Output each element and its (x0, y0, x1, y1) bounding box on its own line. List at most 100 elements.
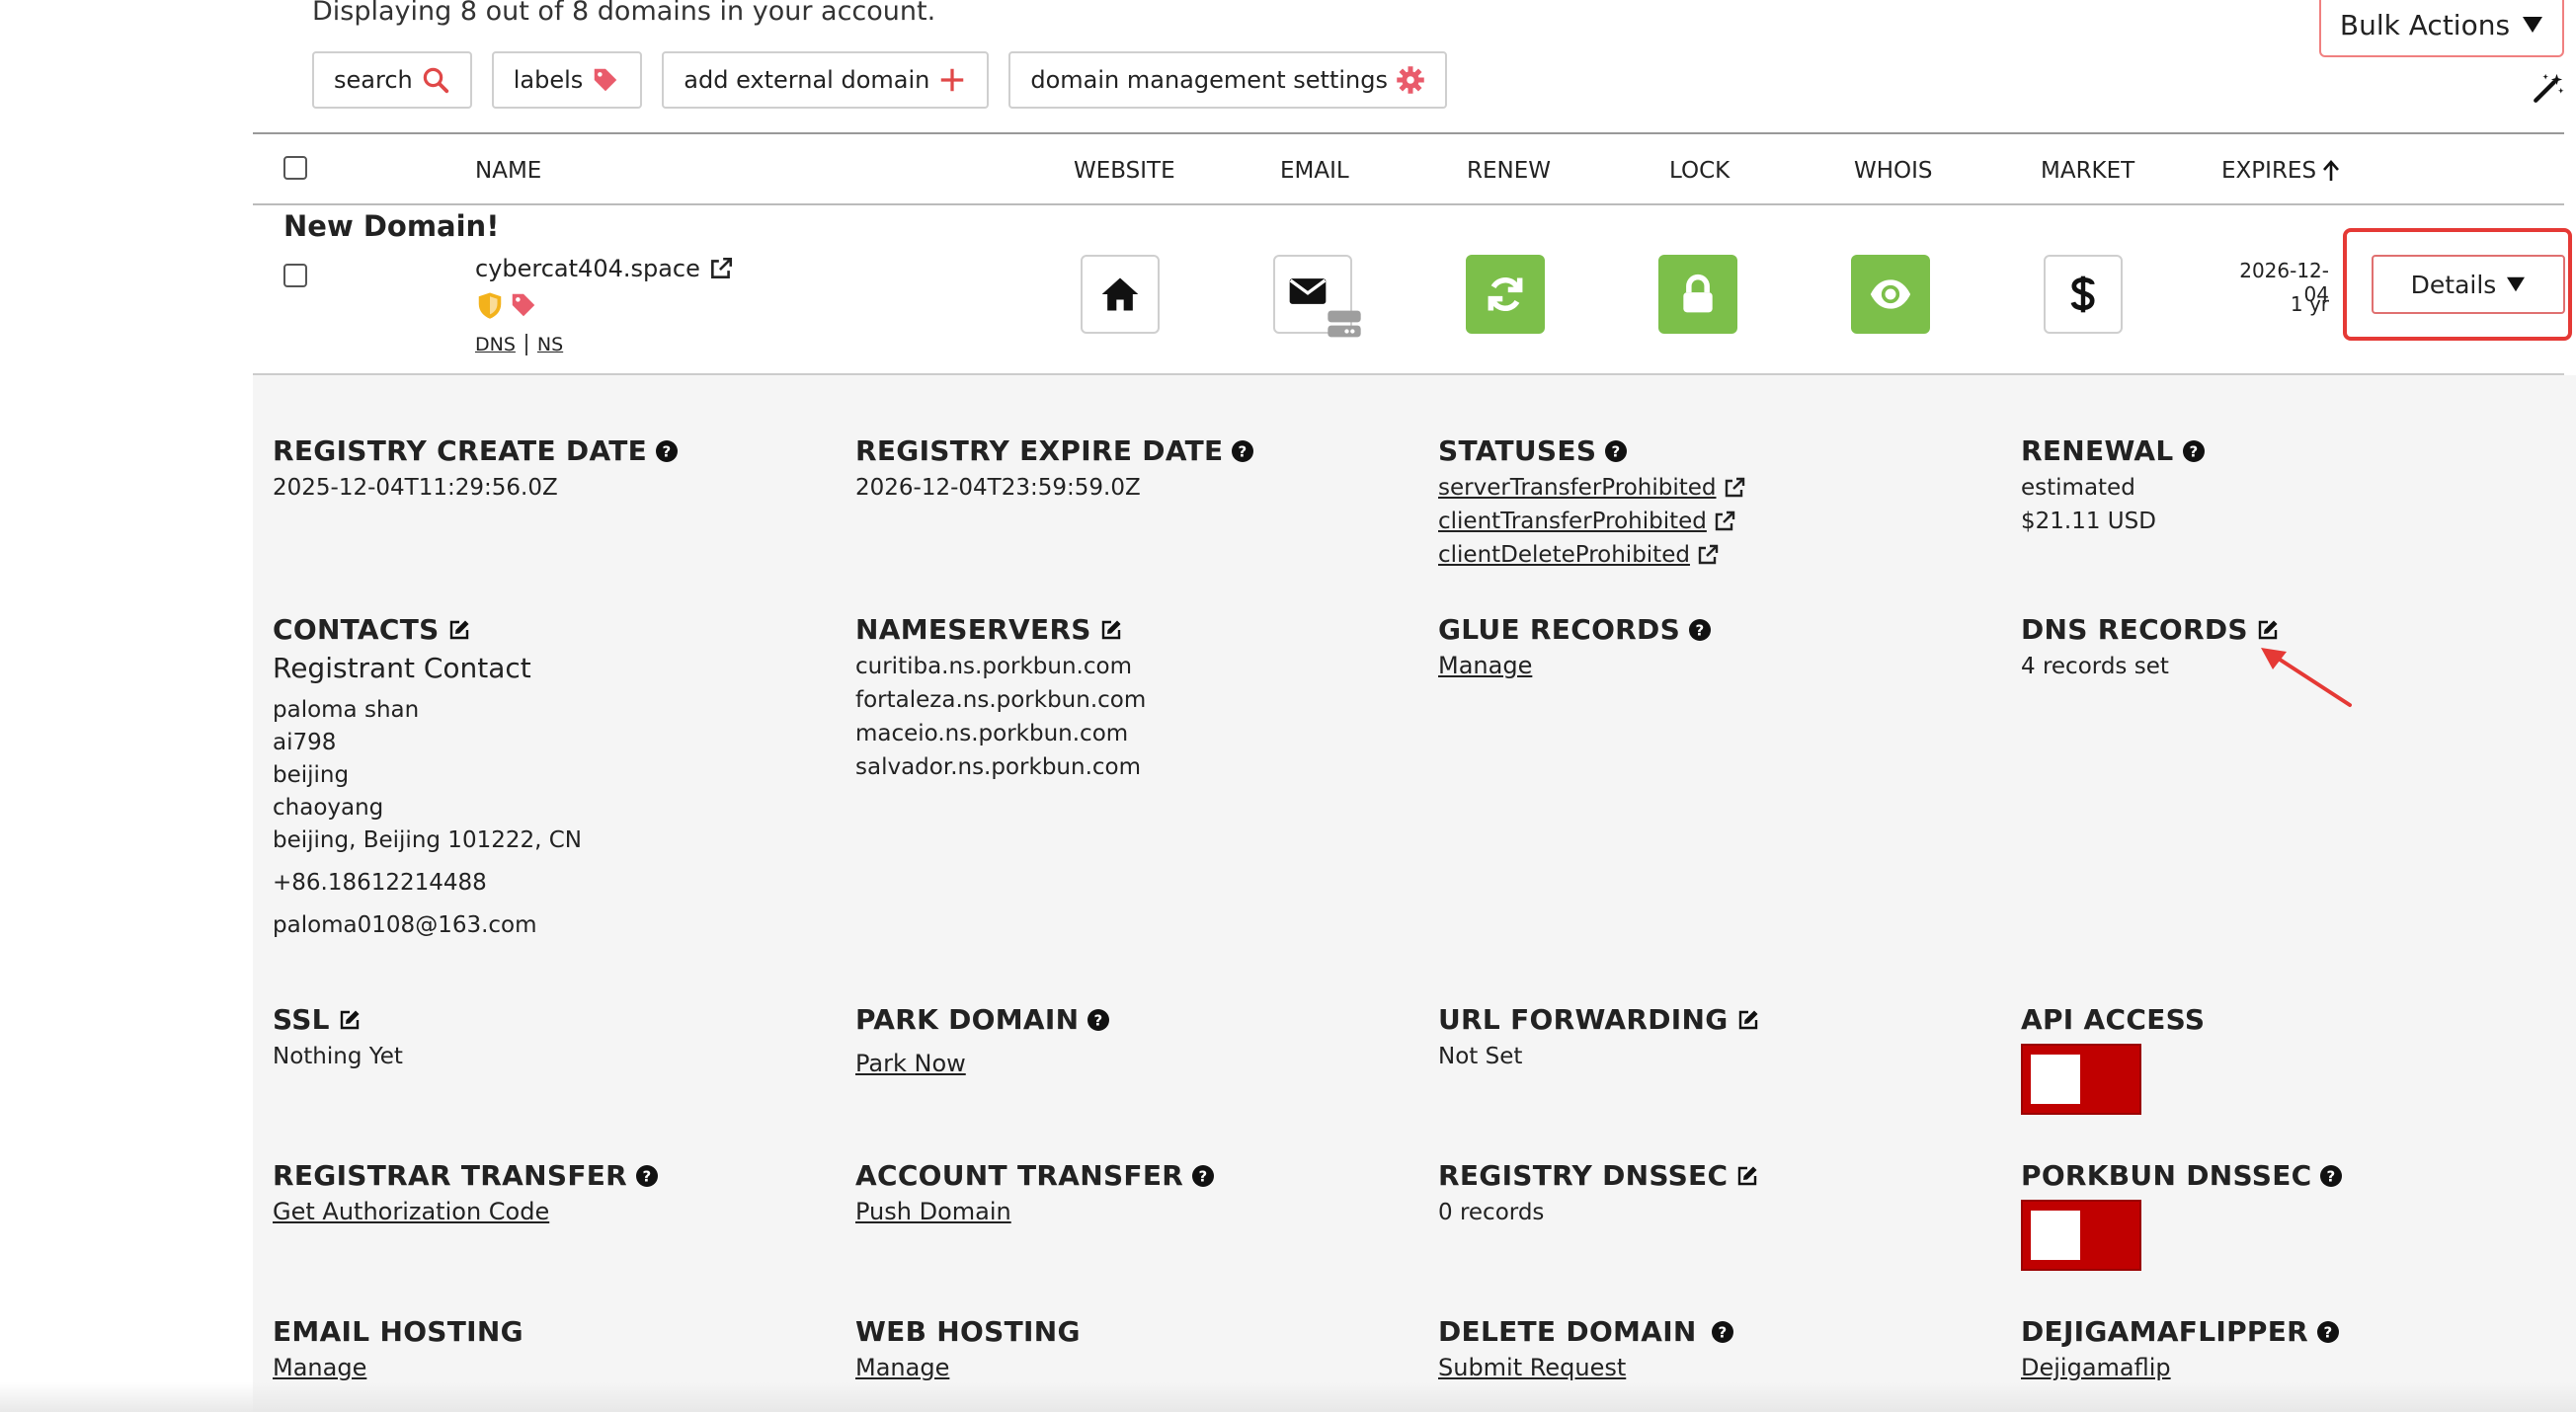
select-all-checkbox[interactable] (283, 156, 307, 180)
column-header-market: MARKET (2041, 158, 2135, 184)
edit-icon[interactable] (338, 1008, 362, 1032)
push-domain-link[interactable]: Push Domain (855, 1198, 1011, 1225)
svg-text:?: ? (1612, 442, 1621, 460)
domain-badges (475, 290, 538, 320)
domain-row-checkbox[interactable] (283, 264, 307, 287)
help-icon[interactable]: ? (2182, 439, 2206, 463)
contact-city-line: beijing, Beijing 101222, CN (273, 827, 582, 853)
edit-icon[interactable] (1099, 618, 1123, 642)
help-icon[interactable]: ? (1231, 439, 1254, 463)
domain-management-settings-button[interactable]: domain management settings (1008, 51, 1447, 109)
domain-name: cybercat404.space (475, 255, 700, 282)
dollar-icon (2070, 275, 2095, 313)
status-text: clientDeleteProhibited (1438, 542, 1690, 568)
email-hosting-manage-link[interactable]: Manage (273, 1354, 366, 1381)
help-icon[interactable]: ? (635, 1164, 659, 1188)
svg-text:?: ? (1696, 621, 1705, 639)
annotation-arrow-icon (2261, 648, 2352, 707)
renew-button[interactable] (1466, 255, 1545, 334)
porkbun-dnssec-heading: PORKBUN DNSSEC ? (2021, 1159, 2343, 1192)
labels-label: labels (513, 66, 584, 94)
domain-name-link[interactable]: cybercat404.space (475, 255, 734, 282)
web-hosting-manage-link[interactable]: Manage (855, 1354, 949, 1381)
contact-org: ai798 (273, 730, 337, 755)
help-icon[interactable]: ? (1688, 618, 1712, 642)
account-transfer-heading: ACCOUNT TRANSFER ? (855, 1159, 1215, 1192)
domain-toolbar: search labels add external domain domain… (312, 51, 1447, 109)
contacts-heading: CONTACTS (273, 613, 582, 646)
submit-request-link[interactable]: Submit Request (1438, 1354, 1626, 1381)
help-icon[interactable]: ? (1711, 1320, 1734, 1344)
tag-icon (595, 68, 617, 92)
lock-button[interactable] (1658, 255, 1737, 334)
dns-link[interactable]: DNS (475, 334, 516, 355)
bulk-actions-button[interactable]: Bulk Actions (2319, 0, 2564, 57)
api-access-heading: API ACCESS (2021, 1003, 2205, 1036)
nameservers-heading: NAMESERVERS (855, 613, 1146, 646)
porkbun-dnssec-label: PORKBUN DNSSEC (2021, 1159, 2312, 1192)
market-button[interactable] (2044, 255, 2123, 334)
contact-street-2: chaoyang (273, 795, 384, 821)
external-link-icon (1698, 544, 1719, 565)
registry-create-date-section: REGISTRY CREATE DATE ? 2025-12-04T11:29:… (273, 434, 679, 505)
nameserver-item: fortaleza.ns.porkbun.com (855, 687, 1147, 713)
help-icon[interactable]: ? (1087, 1008, 1110, 1032)
svg-text:?: ? (2327, 1167, 2336, 1185)
dejigamaflip-link[interactable]: Dejigamaflip (2021, 1354, 2171, 1381)
column-header-renew: RENEW (1467, 158, 1551, 184)
edit-icon[interactable] (1736, 1008, 1760, 1032)
get-authorization-code-link[interactable]: Get Authorization Code (273, 1198, 549, 1225)
column-header-name[interactable]: NAME (475, 158, 541, 184)
edit-icon[interactable] (1735, 1164, 1759, 1188)
dns-records-value: 4 records set (2021, 654, 2169, 679)
details-button[interactable]: Details (2372, 255, 2565, 314)
external-link-icon[interactable] (708, 256, 734, 281)
shield-icon[interactable] (475, 290, 505, 320)
ssl-label: SSL (273, 1003, 330, 1036)
help-icon[interactable]: ? (2319, 1164, 2343, 1188)
help-icon[interactable]: ? (2316, 1320, 2340, 1344)
porkbun-dnssec-toggle[interactable] (2021, 1200, 2141, 1271)
column-header-expires[interactable]: EXPIRES (2221, 158, 2340, 184)
status-link[interactable]: serverTransferProhibited (1438, 471, 1746, 505)
external-link-icon (1715, 510, 1735, 531)
renewal-value: estimated $21.11 USD (2021, 471, 2206, 538)
search-label: search (334, 66, 413, 94)
email-button[interactable] (1273, 255, 1361, 338)
tag-icon[interactable] (509, 290, 538, 320)
labels-button[interactable]: labels (491, 51, 643, 109)
help-icon[interactable]: ? (655, 439, 679, 463)
api-access-toggle[interactable] (2021, 1044, 2141, 1115)
caret-down-icon (2507, 276, 2526, 292)
search-button[interactable]: search (312, 51, 472, 109)
delete-domain-label: DELETE DOMAIN (1438, 1315, 1697, 1348)
statuses-list: serverTransferProhibited clientTransferP… (1438, 471, 1746, 572)
help-icon[interactable]: ? (1604, 439, 1628, 463)
registrant-contact-subtitle: Registrant Contact (273, 652, 531, 684)
toggle-knob (2031, 1211, 2080, 1260)
website-button[interactable] (1081, 255, 1160, 334)
magic-wand-icon[interactable] (2532, 71, 2565, 105)
eye-icon (1870, 279, 1911, 309)
ns-link[interactable]: NS (537, 334, 563, 355)
link-separator (524, 334, 527, 355)
contact-phone: +86.18612214488 (273, 870, 487, 896)
registry-expire-date-value: 2026-12-04T23:59:59.0Z (855, 475, 1141, 501)
column-header-lock: LOCK (1669, 158, 1731, 184)
glue-records-manage-link[interactable]: Manage (1438, 652, 1532, 679)
status-link[interactable]: clientTransferProhibited (1438, 505, 1736, 538)
dns-records-section: DNS RECORDS 4 records set (2021, 613, 2280, 683)
help-icon[interactable]: ? (1191, 1164, 1215, 1188)
registry-expire-date-section: REGISTRY EXPIRE DATE ? 2026-12-04T23:59:… (855, 434, 1254, 505)
whois-button[interactable] (1851, 255, 1930, 334)
ssl-section: SSL Nothing Yet (273, 1003, 403, 1073)
ssl-heading: SSL (273, 1003, 403, 1036)
status-link[interactable]: clientDeleteProhibited (1438, 538, 1720, 572)
status-text: serverTransferProhibited (1438, 475, 1717, 501)
add-external-domain-button[interactable]: add external domain (662, 51, 990, 109)
edit-icon[interactable] (2256, 618, 2280, 642)
api-access-label: API ACCESS (2021, 1003, 2206, 1036)
edit-icon[interactable] (447, 618, 471, 642)
expires-term: 1 yr (2290, 292, 2329, 316)
park-now-link[interactable]: Park Now (855, 1050, 966, 1077)
